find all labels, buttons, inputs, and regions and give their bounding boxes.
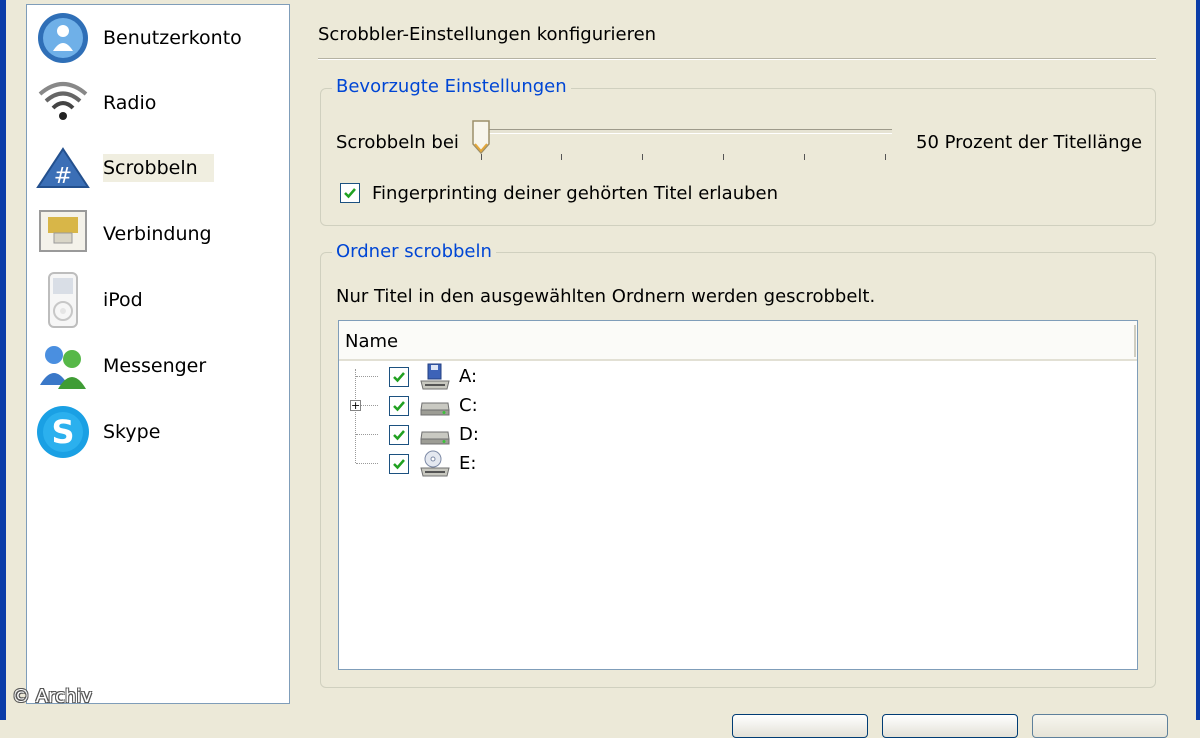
check-mark-icon xyxy=(344,188,356,199)
hard-drive-icon xyxy=(419,394,451,422)
dialog-button-3[interactable] xyxy=(1032,714,1168,738)
drive-label: A: xyxy=(459,366,478,387)
tree-row-drive-a[interactable]: A: xyxy=(339,363,1129,391)
cd-drive-icon xyxy=(419,450,451,482)
expand-plus-icon[interactable]: + xyxy=(350,400,361,411)
sidebar-item-label: Verbindung xyxy=(103,223,212,245)
column-header-name[interactable]: Name xyxy=(345,331,398,352)
drive-checkbox[interactable] xyxy=(389,454,409,474)
slider-tick xyxy=(723,154,724,160)
hard-drive-icon xyxy=(419,423,451,451)
sidebar-item-label: Messenger xyxy=(103,355,207,377)
sidebar-item-verbindung[interactable]: Verbindung xyxy=(35,204,285,264)
drive-label: C: xyxy=(459,395,478,416)
tree-guide-line xyxy=(356,434,378,435)
folders-group-legend: Ordner scrobbeln xyxy=(332,241,496,262)
slider-label: Scrobbeln bei xyxy=(336,132,459,153)
sidebar-item-label: Skype xyxy=(103,421,161,443)
svg-text:#: # xyxy=(54,164,72,189)
fingerprint-label: Fingerprinting deiner gehörten Titel erl… xyxy=(372,183,779,204)
sidebar-item-radio[interactable]: Radio xyxy=(35,73,285,133)
messenger-icon xyxy=(35,338,91,394)
user-account-icon xyxy=(35,10,91,66)
slider-tick xyxy=(481,154,482,160)
sidebar-item-messenger[interactable]: Messenger xyxy=(35,336,285,396)
sidebar-item-skype[interactable]: S Skype xyxy=(35,402,285,462)
tree-guide-line xyxy=(356,463,378,464)
drive-checkbox[interactable] xyxy=(389,367,409,387)
network-connection-icon xyxy=(35,206,91,262)
check-mark-icon xyxy=(393,401,405,412)
dialog-button-1[interactable] xyxy=(732,714,868,738)
fingerprint-checkbox[interactable] xyxy=(340,183,360,203)
skype-icon: S xyxy=(35,404,91,460)
dialog-button-2[interactable] xyxy=(882,714,1018,738)
drive-checkbox[interactable] xyxy=(389,425,409,445)
sidebar-item-scrobbeln[interactable]: # Scrobbeln xyxy=(35,138,285,198)
radio-wifi-icon xyxy=(35,75,91,131)
scrobble-threshold-slider-thumb[interactable] xyxy=(472,120,490,155)
window-frame-left xyxy=(0,0,6,720)
check-mark-icon xyxy=(393,430,405,441)
slider-tick xyxy=(804,154,805,160)
scrobble-threshold-slider-track[interactable] xyxy=(478,129,892,134)
watermark: © Archiv xyxy=(12,686,92,707)
page-title: Scrobbler-Einstellungen konfigurieren xyxy=(318,24,657,45)
sidebar-item-label: Benutzerkonto xyxy=(103,27,242,49)
sidebar-item-benutzerkonto[interactable]: Benutzerkonto xyxy=(35,8,285,68)
window-frame-right xyxy=(1196,0,1200,720)
drive-label: D: xyxy=(459,424,479,445)
preferences-group-legend: Bevorzugte Einstellungen xyxy=(332,76,571,97)
slider-tick xyxy=(885,154,886,160)
title-divider xyxy=(318,58,1156,60)
folders-description: Nur Titel in den ausgewählten Ordnern we… xyxy=(336,286,876,307)
sidebar-item-label: iPod xyxy=(103,289,143,311)
column-separator[interactable] xyxy=(1134,325,1136,357)
tree-row-drive-e[interactable]: E: xyxy=(339,450,1129,478)
tree-header: Name xyxy=(339,321,1137,361)
settings-sidebar: Benutzerkonto Radio # Scrobbeln Verbindu… xyxy=(26,4,290,704)
preferences-group xyxy=(320,88,1156,226)
folder-tree[interactable]: Name A: + C: D: E: xyxy=(338,320,1138,670)
sidebar-item-label: Scrobbeln xyxy=(103,154,214,182)
drive-checkbox[interactable] xyxy=(389,396,409,416)
sidebar-item-ipod[interactable]: iPod xyxy=(35,270,285,330)
drive-label: E: xyxy=(459,453,477,474)
check-mark-icon xyxy=(393,459,405,470)
sidebar-item-label: Radio xyxy=(103,92,157,114)
floppy-drive-icon xyxy=(419,363,451,395)
tree-row-drive-c[interactable]: + C: xyxy=(339,392,1129,420)
check-mark-icon xyxy=(393,372,405,383)
slider-tick xyxy=(642,154,643,160)
slider-tick xyxy=(561,154,562,160)
tree-guide-line xyxy=(356,376,378,377)
scrobble-icon: # xyxy=(35,140,91,196)
ipod-icon xyxy=(35,272,91,328)
svg-text:S: S xyxy=(51,413,74,451)
tree-row-drive-d[interactable]: D: xyxy=(339,421,1129,449)
slider-value-text: 50 Prozent der Titellänge xyxy=(916,132,1143,153)
